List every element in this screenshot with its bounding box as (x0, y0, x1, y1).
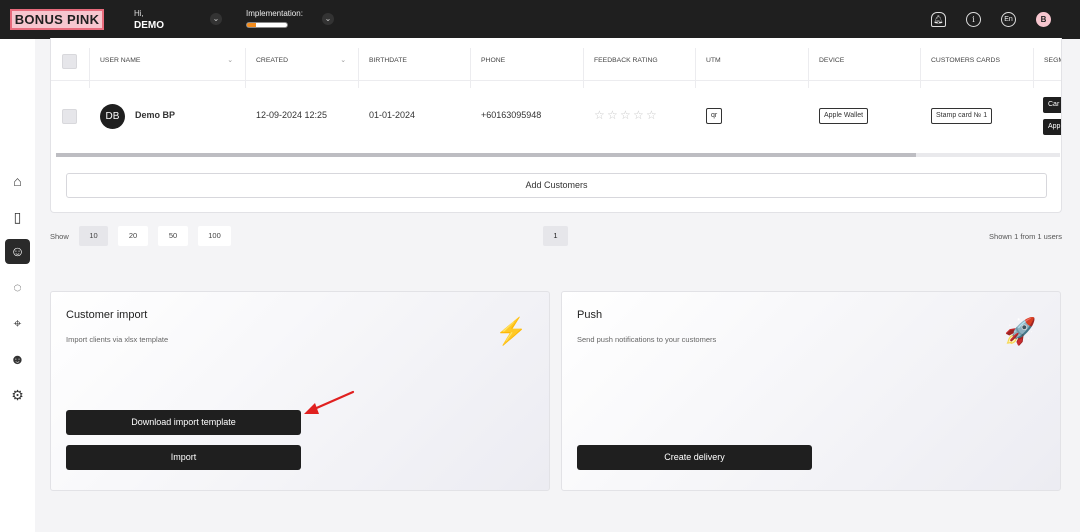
page-number[interactable]: 1 (543, 226, 568, 246)
sidebar: ⌂ ▯ ☺ ◌ ⌖ ☻ ⚙ (0, 39, 35, 532)
sidebar-item-locations[interactable]: ⌖ (5, 311, 30, 336)
lightning-icon: ⚡ (495, 316, 528, 346)
created-date: 12-09-2024 12:25 (256, 110, 328, 120)
select-all-checkbox[interactable] (62, 54, 77, 69)
sidebar-item-users[interactable]: ☻ (5, 347, 30, 372)
page-size-10[interactable]: 10 (79, 226, 108, 246)
implementation-chevron-icon[interactable]: ⌄ (322, 13, 334, 25)
implementation-label: Implementation: (246, 9, 303, 18)
rocket-icon: 🚀 (1004, 316, 1037, 346)
settings-icon: ⚙ (11, 387, 24, 403)
avatar[interactable]: B (1036, 12, 1051, 27)
panel-title: Push (577, 309, 603, 321)
annotation-arrow-icon (304, 390, 355, 414)
add-customers-button[interactable]: Add Customers (66, 173, 1047, 198)
greeting: Hi, (134, 9, 144, 18)
chat-icon: ◌ (13, 279, 22, 295)
sort-chevron-icon: ⌄ (227, 57, 233, 64)
column-feedback-rating[interactable]: FEEDBACK RATING (583, 48, 695, 88)
user-menu-chevron-icon[interactable]: ⌄ (210, 13, 222, 25)
star-icon: ☆ (607, 108, 618, 122)
header-divider (51, 80, 1061, 81)
phone-icon: ▯ (13, 209, 22, 225)
row-checkbox[interactable] (62, 109, 77, 124)
device-tag: Apple Wallet (819, 108, 869, 124)
page-size-100[interactable]: 100 (198, 226, 231, 246)
bell-icon[interactable]: 🔔︎ (931, 12, 946, 27)
horizontal-scrollbar[interactable] (56, 153, 1060, 157)
sidebar-item-chat[interactable]: ◌ (5, 275, 30, 300)
user-name: DEMO (134, 20, 164, 31)
sort-chevron-icon: ⌄ (340, 57, 346, 64)
customers-icon: ☺ (10, 243, 25, 259)
import-button[interactable]: Import (66, 445, 301, 470)
customer-avatar: DB (100, 104, 125, 129)
create-delivery-button[interactable]: Create delivery (577, 445, 812, 470)
star-icon: ☆ (646, 108, 657, 122)
panel-description: Send push notifications to your customer… (577, 335, 717, 344)
column-user-name[interactable]: USER NAME ⌄ (89, 48, 245, 88)
shown-count: Shown 1 from 1 users (989, 232, 1062, 241)
customers-table: USER NAME ⌄ CREATED ⌄ BIRTHDATE PHONE FEED… (50, 38, 1062, 213)
sidebar-item-settings[interactable]: ⚙ (5, 383, 30, 408)
column-created[interactable]: CREATED ⌄ (245, 48, 358, 88)
phone: +60163095948 (481, 110, 542, 120)
segment-badge[interactable]: App (1043, 119, 1061, 135)
panel-title: Customer import (66, 309, 148, 321)
location-icon: ⌖ (13, 315, 22, 331)
panel-description: Import clients via xlsx template (66, 335, 169, 344)
sidebar-item-home[interactable]: ⌂ (5, 169, 30, 194)
implementation-progress-bar (246, 22, 288, 28)
column-birthdate[interactable]: BIRTHDATE (358, 48, 470, 88)
utm-tag: qr (706, 108, 723, 124)
column-device[interactable]: DEVICE (808, 48, 920, 88)
scrollbar-thumb[interactable] (56, 153, 916, 157)
download-template-button[interactable]: Download import template (66, 410, 301, 435)
implementation-progress-fill (247, 23, 256, 27)
push-panel: Push Send push notifications to your cus… (561, 291, 1061, 491)
user-icon: ☻ (10, 351, 25, 367)
page-size-20[interactable]: 20 (118, 226, 148, 246)
column-phone[interactable]: PHONE (470, 48, 583, 88)
customer-name[interactable]: Demo BP (135, 110, 175, 120)
column-utm[interactable]: UTM (695, 48, 808, 88)
sidebar-item-devices[interactable]: ▯ (5, 205, 30, 230)
birthdate: 01-01-2024 (369, 110, 416, 120)
segment-badge[interactable]: Car (1043, 97, 1061, 113)
column-segments[interactable]: SEGM (1033, 48, 1061, 88)
star-icon: ☆ (633, 108, 644, 122)
language-switch[interactable]: En (1001, 12, 1016, 27)
show-label: Show (50, 232, 69, 241)
star-icon: ☆ (620, 108, 631, 122)
sidebar-item-customers[interactable]: ☺ (5, 239, 30, 264)
star-icon: ☆ (594, 108, 605, 122)
page-size-50[interactable]: 50 (158, 226, 188, 246)
brand-logo[interactable]: BONUS PINK (10, 9, 104, 30)
card-tag: Stamp card № 1 (931, 108, 993, 124)
column-customers-cards[interactable]: CUSTOMERS CARDS (920, 48, 1033, 88)
top-bar: BONUS PINK Hi, DEMO ⌄ Implementation: ⌄ … (0, 0, 1080, 39)
info-icon[interactable]: i (966, 12, 981, 27)
home-icon: ⌂ (13, 173, 22, 189)
